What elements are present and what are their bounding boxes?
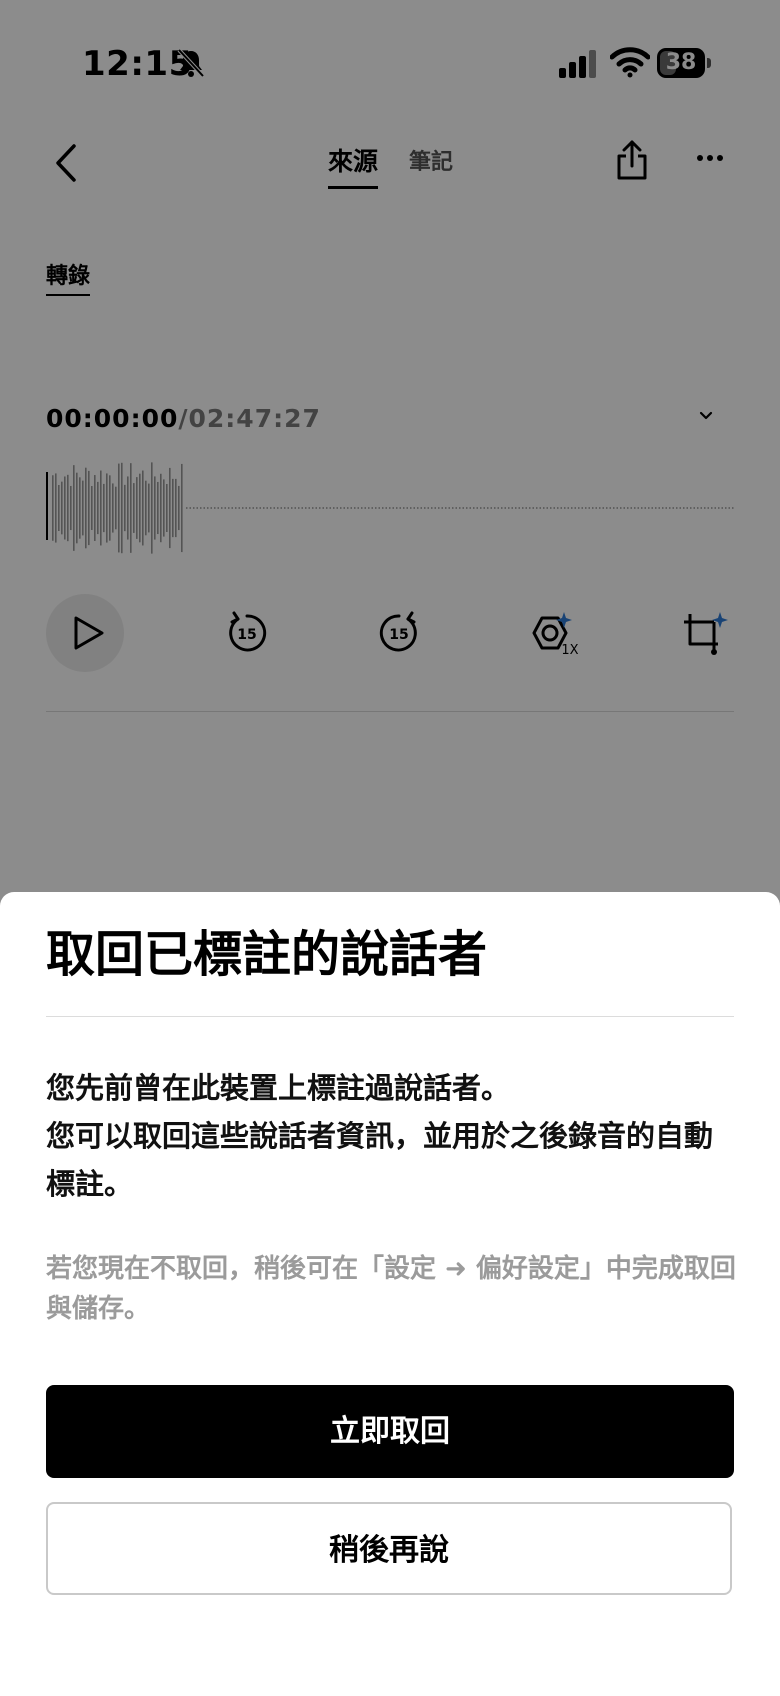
later-button[interactable]: 稍後再說 bbox=[46, 1502, 732, 1595]
sheet-title: 取回已標註的說話者 bbox=[46, 926, 488, 983]
restore-now-button[interactable]: 立即取回 bbox=[46, 1385, 734, 1478]
sheet-divider bbox=[46, 1016, 734, 1017]
sheet-body-line2: 您可以取回這些說話者資訊，並用於之後錄音的自動標註。 bbox=[46, 1119, 714, 1201]
sheet-note: 若您現在不取回，稍後可在「設定 ➜ 偏好設定」中完成取回與儲存。 bbox=[46, 1254, 736, 1324]
app-screen: 12:15 38 來源 筆記 轉錄 00:00:00/02:47:27 15 1… bbox=[0, 0, 780, 1696]
restore-speakers-sheet: 取回已標註的說話者 您先前曾在此裝置上標註過說話者。 您可以取回這些說話者資訊，… bbox=[0, 892, 780, 1696]
sheet-body: 您先前曾在此裝置上標註過說話者。 您可以取回這些說話者資訊，並用於之後錄音的自動… bbox=[46, 1064, 736, 1208]
sheet-body-line1: 您先前曾在此裝置上標註過說話者。 bbox=[46, 1071, 511, 1105]
